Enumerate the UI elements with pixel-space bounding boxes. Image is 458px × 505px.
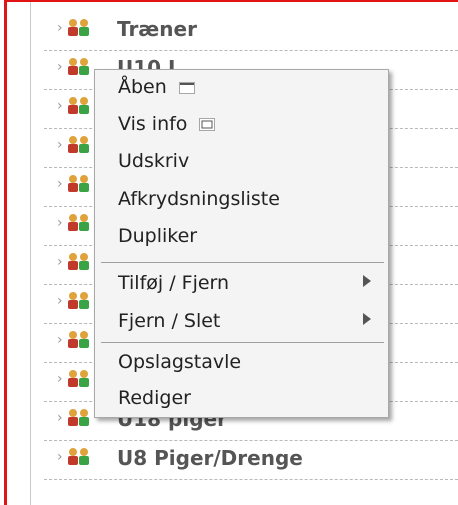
chevron-right-icon[interactable]: ›	[57, 332, 63, 348]
menu-item-open-label: Åben	[118, 73, 195, 101]
group-icon	[68, 292, 89, 309]
menu-item-edit-label: Rediger	[118, 387, 191, 409]
menu-item-print[interactable]: Udskriv	[96, 145, 387, 177]
page: › Træner › U10 J › › › › › › › › › U18 p…	[0, 0, 458, 505]
tree-row[interactable]: › Træner	[44, 12, 458, 51]
submenu-arrow-icon	[363, 275, 371, 287]
chevron-right-icon[interactable]: ›	[57, 410, 63, 426]
menu-item-remove-delete[interactable]: Fjern / Slet	[96, 305, 387, 337]
chevron-right-icon[interactable]: ›	[57, 254, 63, 270]
menu-item-checklist[interactable]: Afkrydsningsliste	[96, 183, 387, 215]
menu-separator	[101, 342, 384, 343]
chevron-right-icon[interactable]: ›	[57, 20, 63, 36]
menu-item-add-remove-label: Tilføj / Fjern	[118, 272, 230, 294]
group-icon	[68, 97, 89, 114]
group-icon	[68, 58, 89, 75]
group-icon	[68, 253, 89, 270]
panel-divider	[30, 2, 31, 505]
group-icon	[68, 214, 89, 231]
chevron-right-icon[interactable]: ›	[57, 176, 63, 192]
window-icon	[178, 81, 195, 94]
info-window-icon	[199, 118, 216, 131]
menu-item-checklist-label: Afkrydsningsliste	[118, 188, 280, 210]
submenu-arrow-icon	[363, 313, 371, 325]
tree-row-label[interactable]: U8 Piger/Drenge	[117, 446, 303, 470]
group-icon	[68, 409, 89, 426]
menu-item-bulletin-board[interactable]: Opslagstavle	[96, 346, 387, 378]
frame-border-left	[4, 0, 7, 505]
menu-item-duplicate[interactable]: Dupliker	[96, 220, 387, 252]
chevron-right-icon[interactable]: ›	[57, 137, 63, 153]
tree-row-label[interactable]: Træner	[117, 17, 197, 41]
chevron-right-icon[interactable]: ›	[57, 98, 63, 114]
menu-item-print-label: Udskriv	[118, 150, 190, 172]
menu-item-add-remove[interactable]: Tilføj / Fjern	[96, 267, 387, 299]
menu-item-duplicate-label: Dupliker	[118, 225, 198, 247]
menu-item-bulletin-board-label: Opslagstavle	[118, 351, 242, 373]
menu-separator	[101, 262, 384, 263]
menu-item-show-info-text: Vis info	[118, 113, 188, 135]
menu-item-remove-delete-label: Fjern / Slet	[118, 310, 221, 332]
group-icon	[68, 136, 89, 153]
menu-item-show-info-label: Vis info	[118, 110, 216, 138]
group-icon	[68, 19, 89, 36]
group-icon	[68, 448, 89, 465]
tree-row[interactable]: › U8 Piger/Drenge	[44, 441, 458, 480]
menu-item-open-text: Åben	[118, 76, 167, 98]
menu-item-open[interactable]: Åben	[96, 71, 387, 103]
chevron-right-icon[interactable]: ›	[57, 59, 63, 75]
context-menu: Åben Vis info Udskriv Afkrydsningsliste	[94, 69, 389, 418]
group-icon	[68, 175, 89, 192]
group-icon	[68, 331, 89, 348]
chevron-right-icon[interactable]: ›	[57, 215, 63, 231]
menu-item-edit[interactable]: Rediger	[96, 382, 387, 414]
frame-border-top	[4, 0, 458, 2]
group-icon	[68, 370, 89, 387]
menu-item-show-info[interactable]: Vis info	[96, 108, 387, 140]
chevron-right-icon[interactable]: ›	[57, 449, 63, 465]
chevron-right-icon[interactable]: ›	[57, 371, 63, 387]
chevron-right-icon[interactable]: ›	[57, 293, 63, 309]
